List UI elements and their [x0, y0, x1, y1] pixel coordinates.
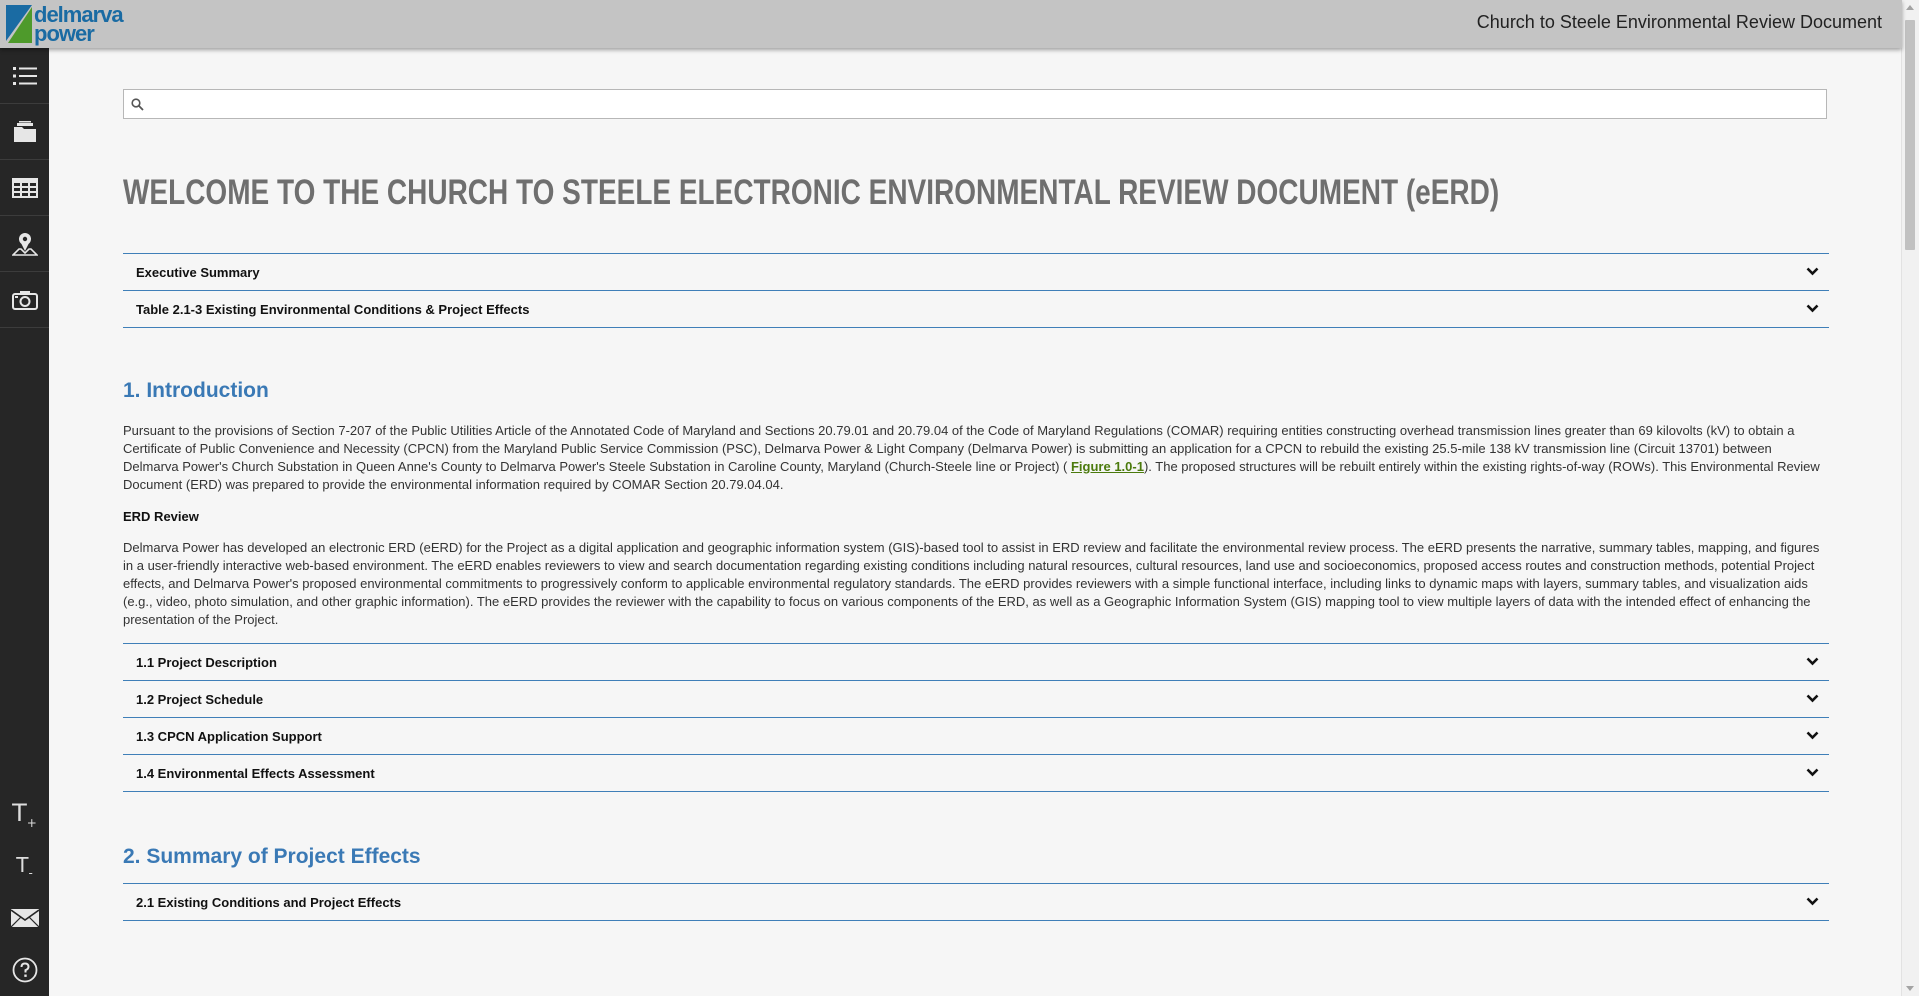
mail-icon [10, 909, 39, 927]
erd-review-heading: ERD Review [123, 509, 199, 524]
accordion-project-description[interactable]: 1.1 Project Description [123, 643, 1829, 680]
contact-button[interactable] [0, 892, 49, 944]
section2-accordion: 2.1 Existing Conditions and Project Effe… [123, 883, 1829, 921]
sidebar-item-contents[interactable] [0, 48, 49, 104]
page-title: WELCOME TO THE CHURCH TO STEELE ELECTRON… [123, 173, 1500, 212]
figure-1-0-1-link[interactable]: Figure 1.0-1 [1071, 459, 1144, 474]
font-increase-icon: T+ [12, 798, 37, 830]
search-input[interactable] [150, 93, 1814, 117]
accordion-existing-conditions-and-project-effects[interactable]: 2.1 Existing Conditions and Project Effe… [123, 883, 1829, 921]
sidebar: T+ T- [0, 48, 49, 996]
accordion-label: 1.4 Environmental Effects Assessment [136, 765, 375, 781]
chevron-down-icon [1806, 657, 1819, 666]
accordion-label: 1.2 Project Schedule [136, 691, 264, 707]
accordion-label: 2.1 Existing Conditions and Project Effe… [136, 894, 402, 910]
table-icon [11, 177, 38, 198]
scrollbar-thumb[interactable] [1905, 20, 1915, 250]
sidebar-item-tables[interactable] [0, 160, 49, 216]
scroll-down-icon[interactable] [1906, 986, 1914, 991]
sidebar-item-photos[interactable] [0, 272, 49, 328]
app-header: delmarva power Church to Steele Environm… [0, 0, 1902, 48]
accordion-label: 1.3 CPCN Application Support [136, 728, 322, 744]
accordion-cpcn-application-support[interactable]: 1.3 CPCN Application Support [123, 717, 1829, 754]
document-title: Church to Steele Environmental Review Do… [1476, 12, 1882, 32]
logo-mark-icon [6, 5, 32, 43]
camera-icon [11, 290, 38, 310]
sidebar-item-documents[interactable] [0, 104, 49, 160]
list-icon [12, 66, 37, 85]
sidebar-item-maps[interactable] [0, 216, 49, 272]
chevron-down-icon [1806, 897, 1819, 906]
chevron-down-icon [1806, 768, 1819, 777]
accordion-label: 1.1 Project Description [136, 654, 277, 670]
accordion-environmental-effects-assessment[interactable]: 1.4 Environmental Effects Assessment [123, 754, 1829, 792]
scroll-up-icon[interactable] [1906, 5, 1914, 10]
top-accordion: Executive Summary Table 2.1-3 Existing E… [123, 253, 1829, 328]
logo-line2: power [34, 21, 95, 46]
section-heading-introduction: 1. Introduction [123, 379, 269, 402]
intro-paragraph: Pursuant to the provisions of Section 7-… [123, 422, 1829, 494]
accordion-project-schedule[interactable]: 1.2 Project Schedule [123, 680, 1829, 717]
map-pin-icon [11, 232, 38, 256]
search-box[interactable] [123, 89, 1827, 119]
search-icon [131, 98, 144, 111]
chevron-down-icon [1806, 304, 1819, 313]
accordion-executive-summary[interactable]: Executive Summary [123, 253, 1829, 290]
chevron-down-icon [1806, 267, 1819, 276]
font-decrease-icon: T- [16, 852, 33, 880]
main-content: WELCOME TO THE CHURCH TO STEELE ELECTRON… [123, 48, 1829, 921]
help-icon [12, 957, 37, 983]
logo-text: delmarva power [34, 4, 124, 46]
accordion-label: Executive Summary [136, 264, 260, 280]
accordion-table-2-1-3[interactable]: Table 2.1-3 Existing Environmental Condi… [123, 290, 1829, 328]
sidebar-bottom-tools: T+ T- [0, 788, 49, 996]
erd-review-paragraph: Delmarva Power has developed an electron… [123, 540, 1820, 627]
chevron-down-icon [1806, 694, 1819, 703]
folder-icon [13, 120, 36, 142]
font-increase-button[interactable]: T+ [0, 788, 49, 840]
page-scrollbar[interactable] [1901, 0, 1919, 996]
section-heading-summary-of-project-effects: 2. Summary of Project Effects [123, 845, 421, 868]
help-button[interactable] [0, 944, 49, 996]
accordion-label: Table 2.1-3 Existing Environmental Condi… [136, 301, 530, 317]
chevron-down-icon [1806, 731, 1819, 740]
delmarva-power-logo[interactable]: delmarva power [6, 3, 124, 46]
section1-accordion: 1.1 Project Description 1.2 Project Sche… [123, 643, 1829, 792]
font-decrease-button[interactable]: T- [0, 840, 49, 892]
